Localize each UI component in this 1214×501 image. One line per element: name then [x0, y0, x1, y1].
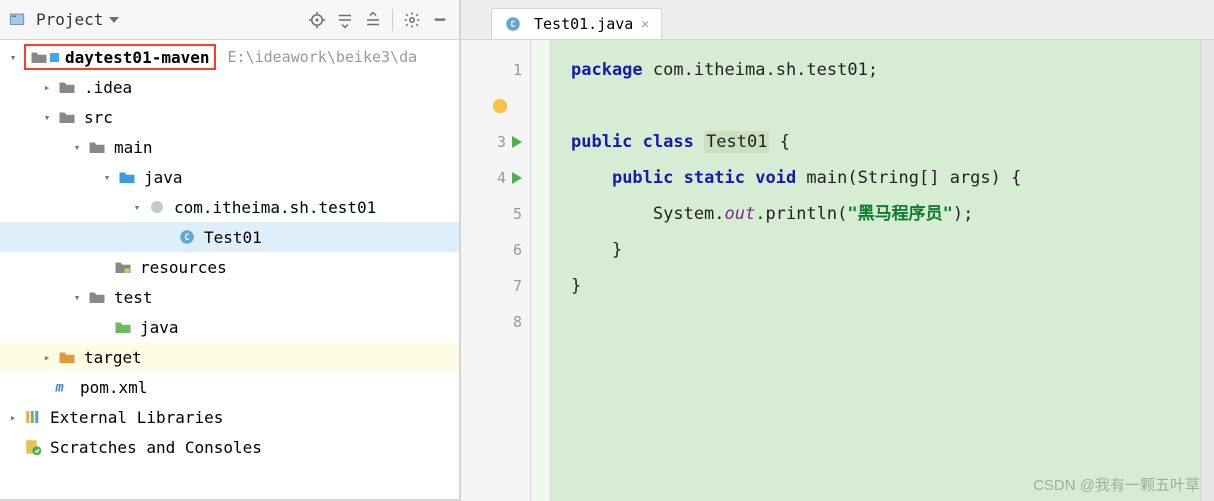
node-label: daytest01-maven	[65, 48, 210, 67]
tab-label: Test01.java	[534, 15, 633, 33]
collapse-all-icon[interactable]	[362, 9, 384, 31]
chevron-down-icon[interactable]: ▾	[40, 110, 54, 124]
folder-icon	[58, 108, 76, 126]
tree-node-java-test[interactable]: java	[0, 312, 459, 342]
node-label: com.itheima.sh.test01	[174, 198, 376, 217]
expand-all-icon[interactable]	[334, 9, 356, 31]
java-class-icon: C	[504, 15, 522, 33]
line-number: 6	[513, 241, 522, 259]
source-folder-icon	[118, 168, 136, 186]
line-number: 4	[497, 169, 506, 187]
chevron-down-icon[interactable]: ▾	[70, 290, 84, 304]
run-icon[interactable]	[512, 136, 522, 148]
line-number: 5	[513, 205, 522, 223]
sidebar-title: Project	[36, 10, 103, 29]
run-icon[interactable]	[512, 172, 522, 184]
project-tree[interactable]: ▾ daytest01-maven E:\ideawork\beike3\da …	[0, 40, 459, 499]
libraries-icon	[24, 408, 42, 426]
error-stripe[interactable]	[1200, 40, 1214, 501]
node-label: java	[140, 318, 179, 337]
tree-node-package[interactable]: ▾ com.itheima.sh.test01	[0, 192, 459, 222]
scratches-icon	[24, 438, 42, 456]
bulb-icon[interactable]	[493, 99, 507, 113]
node-label: External Libraries	[50, 408, 223, 427]
editor-tab-test01[interactable]: C Test01.java ✕	[491, 8, 662, 39]
maven-icon: m	[54, 378, 72, 396]
node-label: .idea	[84, 78, 132, 97]
node-label: src	[84, 108, 113, 127]
node-label: resources	[140, 258, 227, 277]
node-label: Test01	[204, 228, 262, 247]
svg-text:C: C	[510, 20, 515, 30]
tree-node-external-libraries[interactable]: ▸ External Libraries	[0, 402, 459, 432]
test-folder-icon	[114, 318, 132, 336]
line-number: 7	[513, 277, 522, 295]
tree-node-test[interactable]: ▾ test	[0, 282, 459, 312]
tree-node-idea[interactable]: ▸ .idea	[0, 72, 459, 102]
tree-node-scratches[interactable]: Scratches and Consoles	[0, 432, 459, 462]
chevron-right-icon[interactable]: ▸	[40, 350, 54, 364]
node-label: main	[114, 138, 153, 157]
chevron-down-icon	[109, 17, 119, 23]
chevron-down-icon[interactable]: ▾	[130, 200, 144, 214]
separator	[392, 9, 393, 31]
editor-tab-bar: C Test01.java ✕	[461, 0, 1214, 40]
chevron-right-icon[interactable]: ▸	[6, 410, 20, 424]
code-editor[interactable]: 1 02 3 4 5 6 7 8 package com.itheima.sh.…	[461, 40, 1214, 501]
node-label: pom.xml	[80, 378, 147, 397]
tree-node-main[interactable]: ▾ main	[0, 132, 459, 162]
project-view-selector[interactable]: Project	[8, 10, 119, 29]
chevron-down-icon[interactable]: ▾	[100, 170, 114, 184]
project-path: E:\ideawork\beike3\da	[228, 48, 418, 66]
tree-node-target[interactable]: ▸ target	[0, 342, 459, 372]
line-number: 3	[497, 133, 506, 151]
line-number: 8	[513, 313, 522, 331]
tree-node-resources[interactable]: resources	[0, 252, 459, 282]
folder-icon	[58, 78, 76, 96]
chevron-down-icon[interactable]: ▾	[70, 140, 84, 154]
close-icon[interactable]: ✕	[641, 17, 649, 32]
highlight-box: daytest01-maven	[24, 44, 216, 70]
watermark: CSDN @我有一颗五叶草	[1033, 474, 1200, 495]
svg-text:m: m	[55, 380, 64, 396]
tree-node-root[interactable]: ▾ daytest01-maven E:\ideawork\beike3\da	[0, 42, 459, 72]
line-number: 1	[513, 61, 522, 79]
excluded-folder-icon	[58, 348, 76, 366]
tree-node-src[interactable]: ▾ src	[0, 102, 459, 132]
node-label: target	[84, 348, 142, 367]
node-label: test	[114, 288, 153, 307]
chevron-down-icon[interactable]: ▾	[6, 50, 20, 64]
code-content[interactable]: package com.itheima.sh.test01; 2 public …	[551, 40, 1214, 501]
hide-icon[interactable]	[429, 9, 451, 31]
tree-node-test01-class[interactable]: C Test01	[0, 222, 459, 252]
folder-icon	[88, 288, 106, 306]
svg-text:C: C	[184, 233, 189, 243]
module-marker-icon	[50, 53, 59, 62]
chevron-right-icon[interactable]: ▸	[40, 80, 54, 94]
project-icon	[8, 11, 26, 29]
folder-icon	[88, 138, 106, 156]
sidebar-toolbar: Project	[0, 0, 459, 40]
node-label: java	[144, 168, 183, 187]
editor-area: C Test01.java ✕ 1 02 3 4 5 6 7 8 package…	[461, 0, 1214, 501]
package-icon	[148, 198, 166, 216]
tree-node-pom[interactable]: m pom.xml	[0, 372, 459, 402]
java-class-icon: C	[178, 228, 196, 246]
gear-icon[interactable]	[401, 9, 423, 31]
locate-icon[interactable]	[306, 9, 328, 31]
tree-node-java-main[interactable]: ▾ java	[0, 162, 459, 192]
project-sidebar: Project ▾ daytest01-ma	[0, 0, 461, 501]
gutter: 1 02 3 4 5 6 7 8	[461, 40, 531, 501]
module-folder-icon	[30, 48, 48, 66]
fold-column[interactable]	[531, 40, 551, 501]
node-label: Scratches and Consoles	[50, 438, 262, 457]
resources-folder-icon	[114, 258, 132, 276]
